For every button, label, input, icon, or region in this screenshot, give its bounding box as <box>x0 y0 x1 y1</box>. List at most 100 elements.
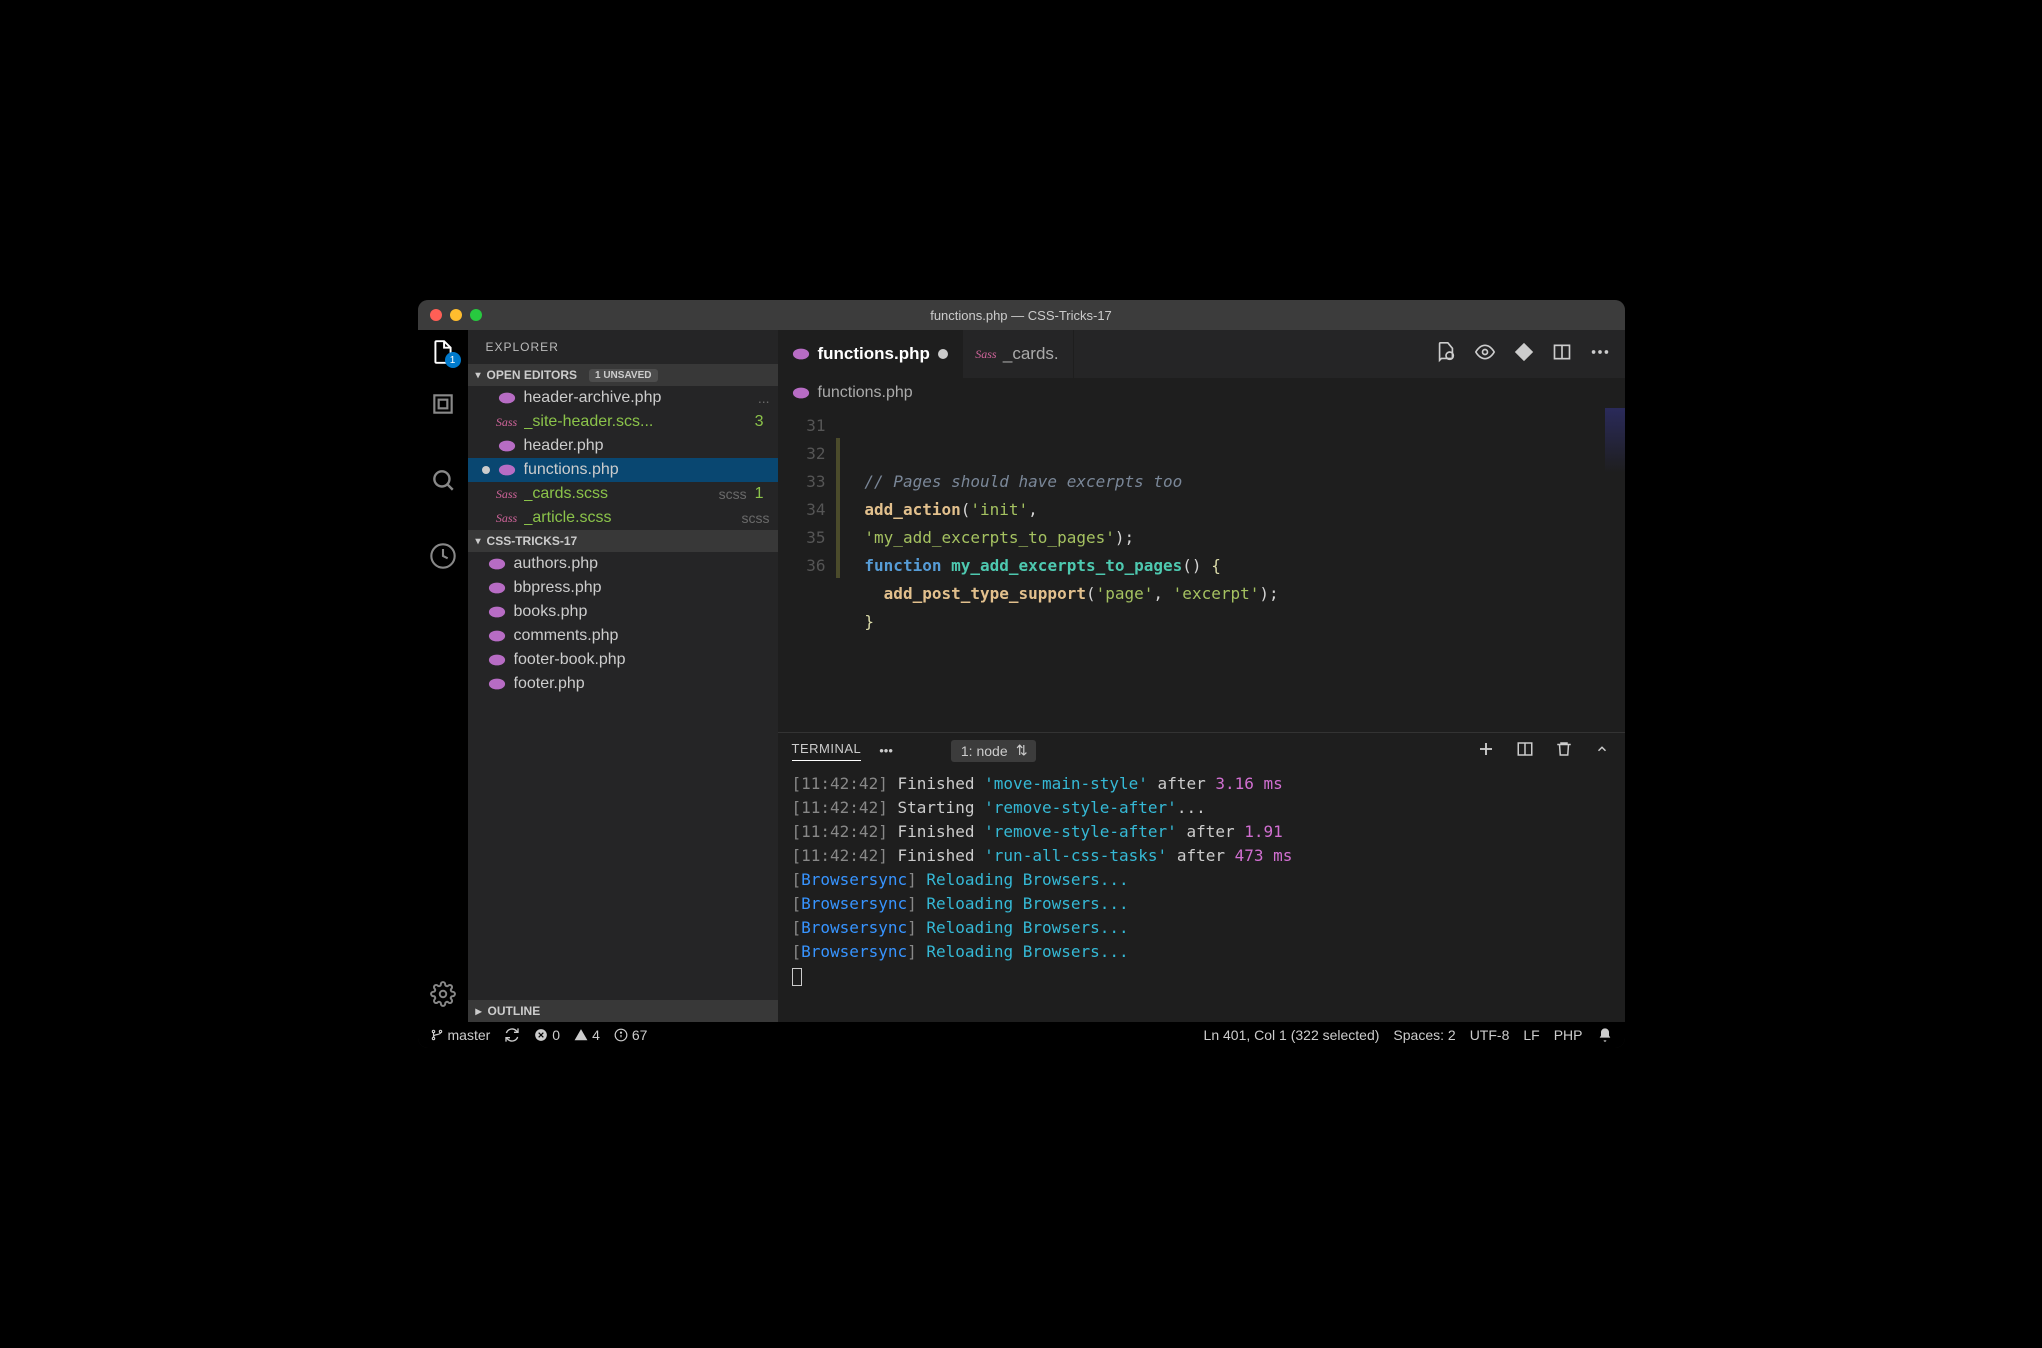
code-editor[interactable]: 313233343536 // Pages should have excerp… <box>778 408 1625 732</box>
branch-name: master <box>448 1027 491 1043</box>
open-editor-item[interactable]: Sass_site-header.scs...3 <box>468 410 778 434</box>
php-file-icon <box>488 675 506 693</box>
project-file-item[interactable]: footer.php <box>468 672 778 696</box>
gutter: 313233343536 <box>778 408 836 732</box>
file-name: bbpress.php <box>514 579 770 597</box>
editor-tab[interactable]: Sass _cards. <box>963 330 1074 378</box>
php-file-icon <box>792 384 810 402</box>
traffic-lights <box>418 309 482 321</box>
vscode-window: functions.php — CSS-Tricks-17 1 <box>418 300 1625 1048</box>
file-name: header.php <box>524 437 770 455</box>
info-count[interactable]: 67 <box>614 1027 648 1043</box>
terminal-tab[interactable]: TERMINAL <box>792 741 862 761</box>
encoding-setting[interactable]: UTF-8 <box>1470 1027 1510 1043</box>
language-mode[interactable]: PHP <box>1554 1027 1583 1043</box>
preview-icon[interactable] <box>1473 342 1497 367</box>
close-window-button[interactable] <box>430 309 442 321</box>
terminal-more-icon[interactable]: ••• <box>879 743 893 758</box>
git-branch[interactable]: master <box>430 1027 491 1043</box>
split-editor-icon[interactable] <box>1551 342 1573 367</box>
terminal-selector-label: 1: node <box>961 743 1008 759</box>
open-editor-item[interactable]: Sass_cards.scssscss1 <box>468 482 778 506</box>
project-label: CSS-TRICKS-17 <box>487 534 578 548</box>
file-changes-count: 3 <box>755 413 770 431</box>
breadcrumb-file: functions.php <box>818 384 913 402</box>
tab-label: functions.php <box>818 344 930 364</box>
php-file-icon <box>498 461 516 479</box>
project-header[interactable]: ▾ CSS-TRICKS-17 <box>468 530 778 552</box>
breadcrumb[interactable]: functions.php <box>778 378 1625 408</box>
settings-gear-icon[interactable] <box>429 980 457 1008</box>
maximize-window-button[interactable] <box>470 309 482 321</box>
explorer-icon[interactable]: 1 <box>429 338 457 366</box>
chevron-updown-icon: ⇅ <box>1016 742 1028 759</box>
project-file-item[interactable]: comments.php <box>468 624 778 648</box>
window-title: functions.php — CSS-Tricks-17 <box>930 308 1112 323</box>
project-file-item[interactable]: authors.php <box>468 552 778 576</box>
open-editors-header[interactable]: ▾ OPEN EDITORS 1 UNSAVED <box>468 364 778 386</box>
modified-dot-icon <box>482 466 490 474</box>
split-terminal-icon[interactable] <box>1515 740 1535 761</box>
outline-label: OUTLINE <box>488 1004 541 1018</box>
php-file-icon <box>792 345 810 363</box>
file-name: footer.php <box>514 675 770 693</box>
minimize-window-button[interactable] <box>450 309 462 321</box>
sass-file-icon: Sass <box>977 345 995 363</box>
project-file-item[interactable]: books.php <box>468 600 778 624</box>
tab-label: _cards. <box>1003 344 1059 364</box>
open-editor-item[interactable]: functions.php <box>468 458 778 482</box>
new-terminal-icon[interactable] <box>1477 740 1495 761</box>
eol-setting[interactable]: LF <box>1523 1027 1539 1043</box>
terminal-actions <box>1477 739 1611 762</box>
open-changes-icon[interactable] <box>1435 341 1457 368</box>
open-editor-item[interactable]: header-archive.php... <box>468 386 778 410</box>
sync-icon[interactable] <box>504 1027 520 1043</box>
editor-tab[interactable]: functions.php <box>778 330 963 378</box>
tabbar: functions.php Sass _cards. <box>778 330 1625 378</box>
open-editor-item[interactable]: Sass_article.scssscss <box>468 506 778 530</box>
line-number: 35 <box>778 524 826 552</box>
chevron-down-icon: ▾ <box>476 536 481 547</box>
code-str: 'excerpt' <box>1173 584 1260 603</box>
php-file-icon <box>488 555 506 573</box>
terminal-body[interactable]: [11:42:42] Finished 'move-main-style' af… <box>778 768 1625 1022</box>
unsaved-badge: 1 UNSAVED <box>589 369 658 382</box>
tabbar-actions <box>1421 330 1625 378</box>
scm-icon[interactable] <box>429 466 457 494</box>
kill-terminal-icon[interactable] <box>1555 739 1573 762</box>
sidebar-title: EXPLORER <box>468 330 778 364</box>
main-area: 1 EXPLORER ▾ OPEN EDITORS 1 UNSAVED <box>418 330 1625 1022</box>
code-content[interactable]: // Pages should have excerpts too add_ac… <box>836 408 1605 732</box>
debug-icon[interactable] <box>429 542 457 570</box>
project-file-item[interactable]: footer-book.php <box>468 648 778 672</box>
diff-icon[interactable] <box>1513 341 1535 368</box>
code-ident: my_add_excerpts_to_pages <box>951 556 1182 575</box>
line-number: 36 <box>778 552 826 580</box>
chevron-right-icon: ▸ <box>476 1004 482 1018</box>
file-path: scss <box>719 486 747 502</box>
sass-file-icon: Sass <box>498 413 516 431</box>
file-name: books.php <box>514 603 770 621</box>
php-file-icon <box>488 603 506 621</box>
warnings-count[interactable]: 4 <box>574 1027 600 1043</box>
terminal-selector[interactable]: 1: node ⇅ <box>951 740 1036 762</box>
project-files-list: authors.php bbpress.php books.php comments.… <box>468 552 778 1000</box>
search-icon[interactable] <box>429 390 457 418</box>
indent-setting[interactable]: Spaces: 2 <box>1393 1027 1455 1043</box>
minimap[interactable] <box>1605 408 1625 732</box>
code-fn: add_post_type_support <box>884 584 1086 603</box>
collapse-panel-icon[interactable] <box>1593 742 1611 759</box>
open-editor-item[interactable]: header.php <box>468 434 778 458</box>
more-actions-icon[interactable] <box>1589 341 1611 368</box>
sass-file-icon: Sass <box>498 509 516 527</box>
terminal-cursor <box>792 968 802 986</box>
cursor-position[interactable]: Ln 401, Col 1 (322 selected) <box>1204 1027 1380 1043</box>
editor-region: functions.php Sass _cards. functions.php <box>778 330 1625 1022</box>
errors-value: 0 <box>552 1027 560 1043</box>
outline-header[interactable]: ▸ OUTLINE <box>468 1000 778 1022</box>
project-file-item[interactable]: bbpress.php <box>468 576 778 600</box>
activity-bar: 1 <box>418 330 468 1022</box>
errors-count[interactable]: 0 <box>534 1027 560 1043</box>
file-name: authors.php <box>514 555 770 573</box>
notifications-bell-icon[interactable] <box>1597 1027 1613 1043</box>
